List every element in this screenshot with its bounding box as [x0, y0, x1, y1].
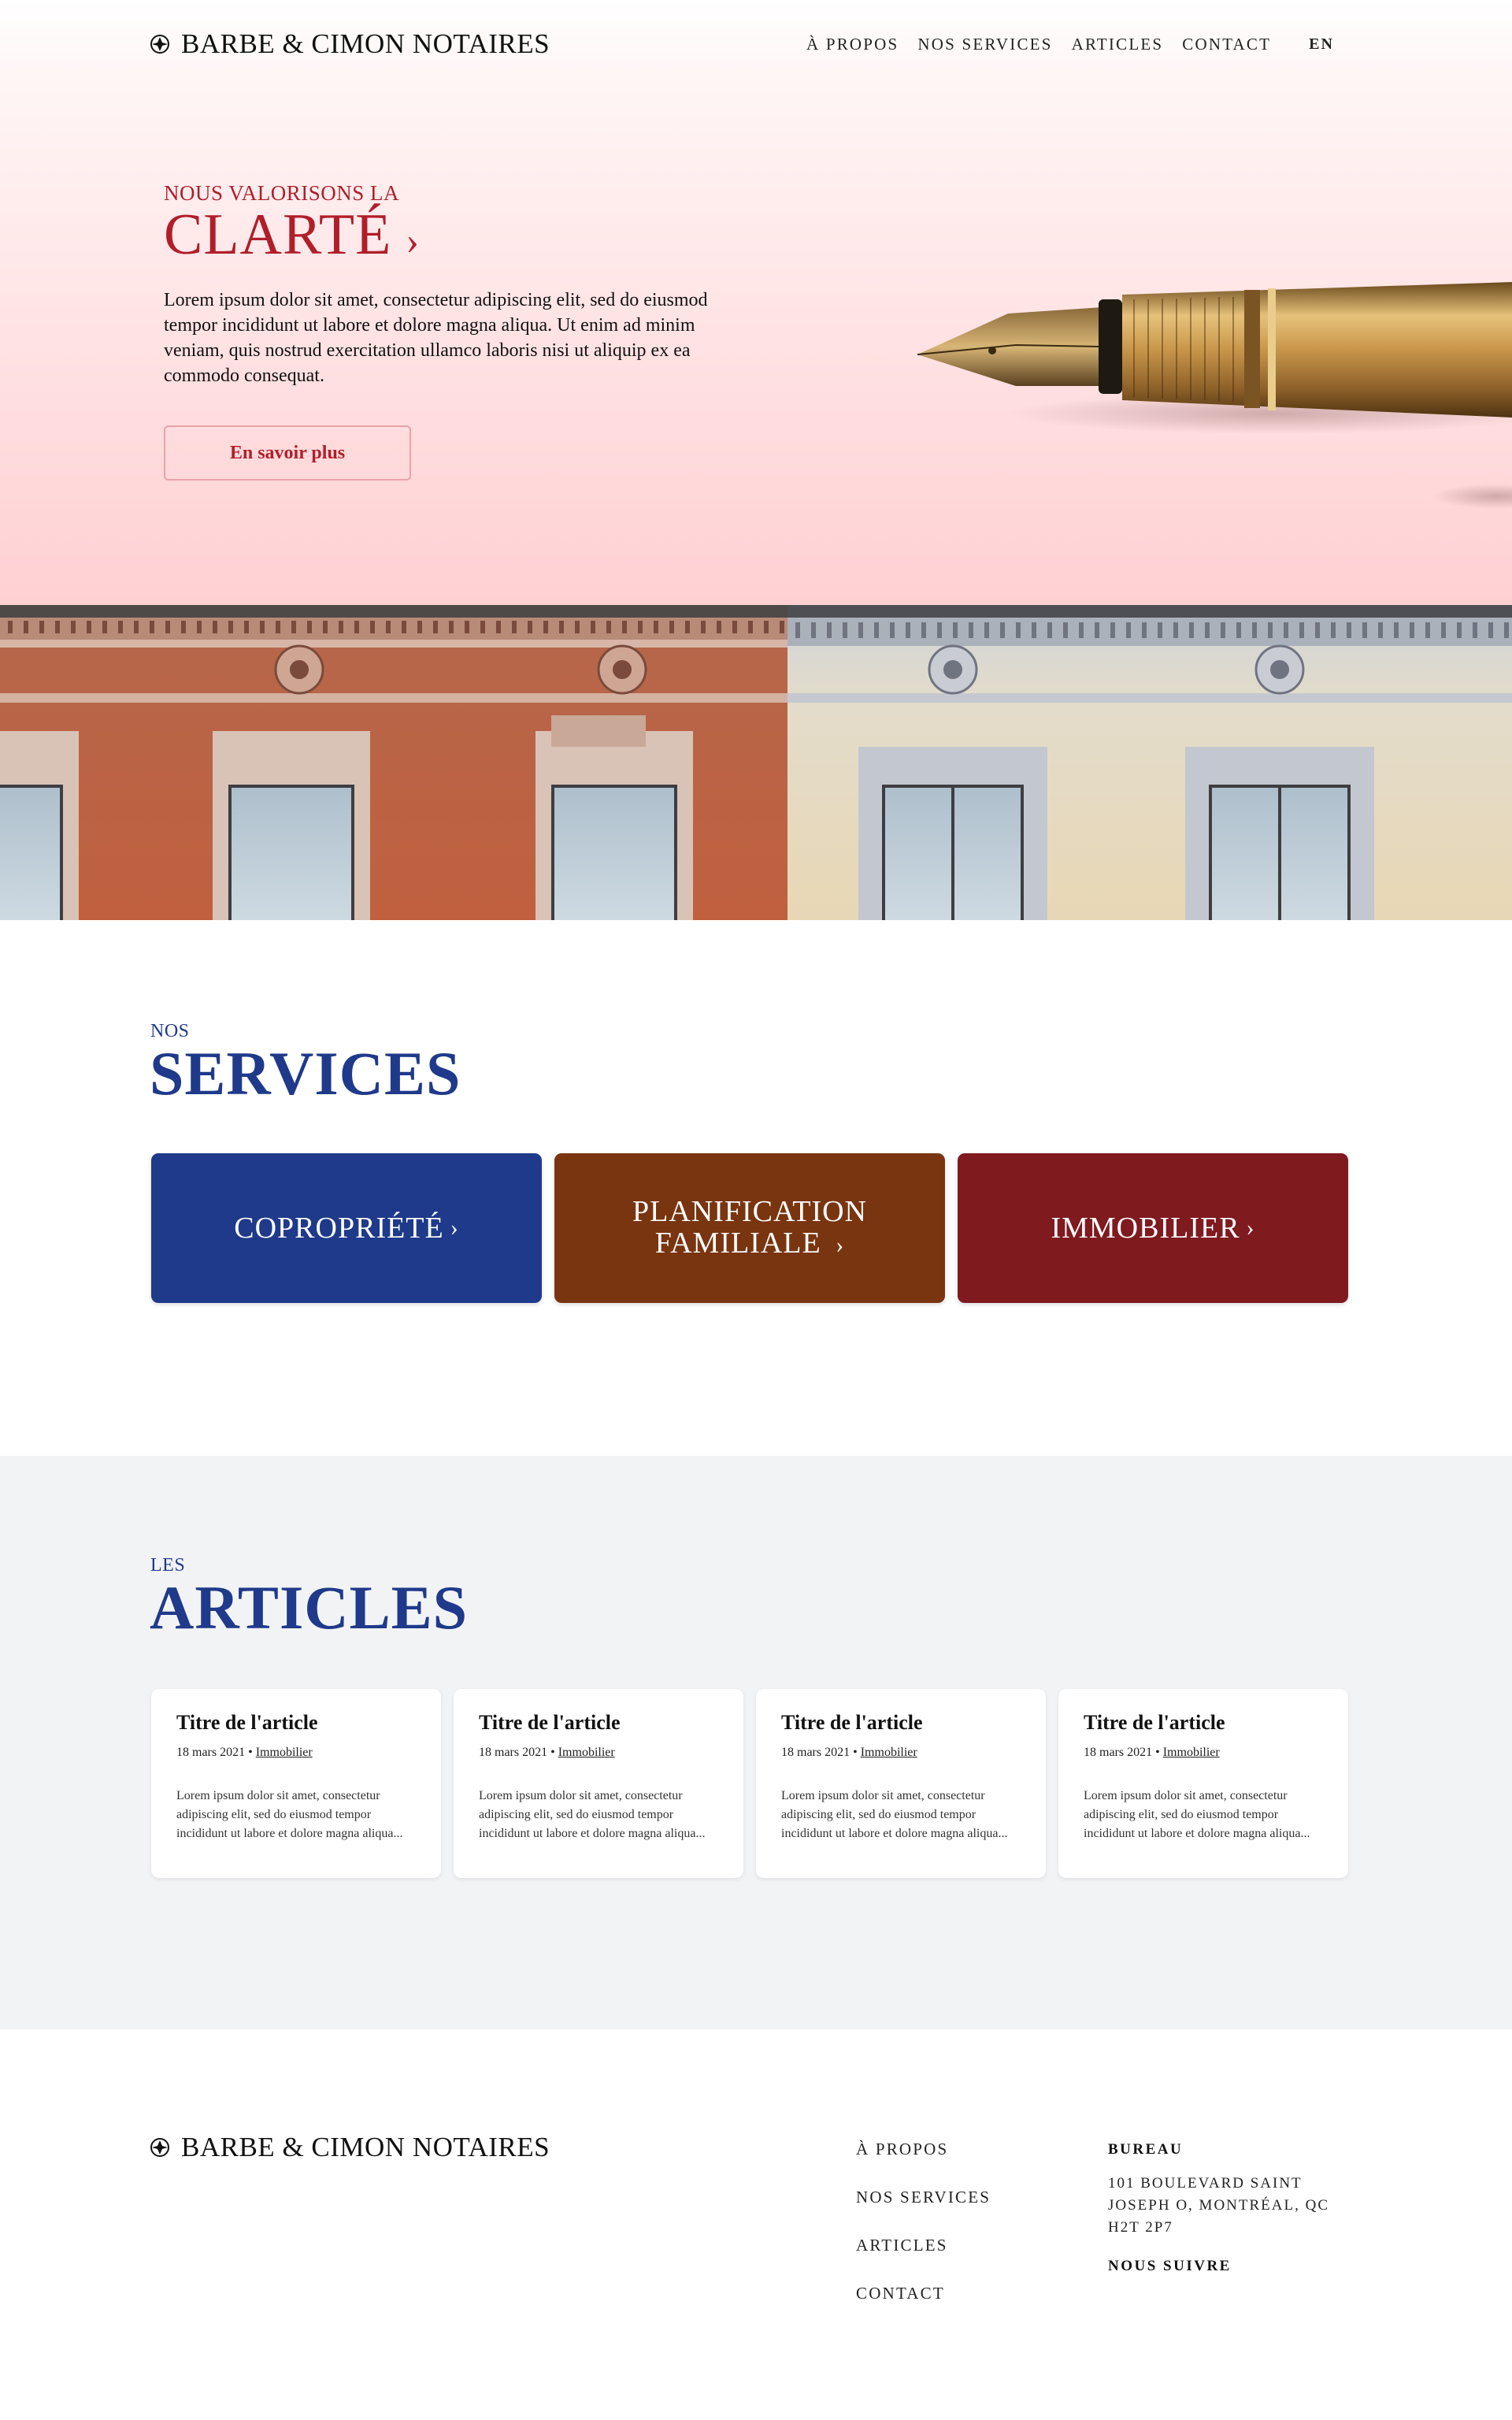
building-facade-image [0, 605, 1512, 920]
learn-more-button[interactable]: En savoir plus [164, 425, 411, 481]
site-logo[interactable]: BARBE & CIMON NOTAIRES [150, 28, 550, 60]
article-date: 18 mars 2021 [781, 1746, 850, 1759]
chevron-right-icon: › [836, 1231, 845, 1258]
article-title[interactable]: Titre de l'article [781, 1711, 1021, 1735]
article-category-link[interactable]: Immobilier [256, 1746, 313, 1759]
footer-nav-a-propos[interactable]: À PROPOS [856, 2140, 991, 2159]
service-label: COPROPRIÉTÉ [234, 1212, 444, 1245]
article-card[interactable]: Titre de l'article 18 mars 2021 • Immobi… [756, 1689, 1046, 1878]
article-card[interactable]: Titre de l'article 18 mars 2021 • Immobi… [454, 1689, 743, 1878]
article-title[interactable]: Titre de l'article [479, 1711, 718, 1735]
articles-title: ARTICLES [150, 1573, 469, 1642]
services-list: COPROPRIÉTÉ › PLANIFICATION FAMILIALE › … [151, 1153, 1348, 1303]
hero-title[interactable]: CLARTÉ › [164, 202, 420, 269]
logo-crest-icon [150, 2138, 169, 2157]
nav-item-contact[interactable]: CONTACT [1182, 35, 1271, 54]
article-title[interactable]: Titre de l'article [176, 1711, 416, 1735]
article-meta: 18 mars 2021 • Immobilier [781, 1746, 1021, 1760]
article-title[interactable]: Titre de l'article [1084, 1711, 1323, 1735]
article-card[interactable]: Titre de l'article 18 mars 2021 • Immobi… [151, 1689, 441, 1878]
article-excerpt: Lorem ipsum dolor sit amet, consectetur … [479, 1789, 706, 1840]
service-copropriete-button[interactable]: COPROPRIÉTÉ › [151, 1153, 542, 1303]
hero-paragraph: Lorem ipsum dolor sit amet, consectetur … [164, 290, 708, 386]
services-title: SERVICES [150, 1039, 461, 1108]
service-immobilier-button[interactable]: IMMOBILIER › [958, 1153, 1348, 1303]
follow-heading: NOUS SUIVRE [1108, 2258, 1232, 2274]
footer-nav-nos-services[interactable]: NOS SERVICES [856, 2188, 991, 2207]
footer-nav-articles[interactable]: ARTICLES [856, 2236, 991, 2255]
main-nav: À PROPOS NOS SERVICES ARTICLES CONTACT E… [806, 35, 1353, 54]
chevron-right-icon: › [406, 218, 420, 262]
footer-contact-column: BUREAU 101 BOULEVARD SAINT JOSEPH O, MON… [1108, 2141, 1368, 2275]
nav-item-articles[interactable]: ARTICLES [1072, 35, 1164, 54]
article-date: 18 mars 2021 [1084, 1746, 1153, 1759]
footer-nav-contact[interactable]: CONTACT [856, 2284, 991, 2303]
office-heading: BUREAU [1108, 2141, 1184, 2158]
service-label: IMMOBILIER [1051, 1212, 1240, 1245]
language-switch[interactable]: EN [1309, 35, 1334, 54]
services-section: NOS SERVICES COPROPRIÉTÉ › PLANIFICATION… [0, 920, 1512, 1456]
office-address: 101 BOULEVARD SAINT JOSEPH O, MONTRÉAL, … [1108, 2175, 1329, 2236]
article-excerpt: Lorem ipsum dolor sit amet, consectetur … [176, 1789, 403, 1840]
hero-title-text: CLARTÉ [164, 202, 392, 267]
meta-separator: • [550, 1746, 555, 1759]
article-date: 18 mars 2021 [479, 1746, 548, 1759]
article-category-link[interactable]: Immobilier [861, 1746, 917, 1759]
article-meta: 18 mars 2021 • Immobilier [479, 1746, 718, 1760]
service-label-line1: PLANIFICATION [632, 1194, 867, 1228]
service-planification-familiale-button[interactable]: PLANIFICATION FAMILIALE › [554, 1153, 945, 1303]
footer-logo[interactable]: BARBE & CIMON NOTAIRES [150, 2132, 550, 2163]
meta-separator: • [853, 1746, 858, 1759]
meta-separator: • [248, 1746, 253, 1759]
service-label: PLANIFICATION FAMILIALE › [632, 1196, 867, 1261]
site-header: BARBE & CIMON NOTAIRES À PROPOS NOS SERV… [0, 0, 1512, 95]
articles-section: LES ARTICLES Titre de l'article 18 mars … [0, 1456, 1512, 2029]
nav-item-nos-services[interactable]: NOS SERVICES [917, 35, 1052, 54]
article-meta: 18 mars 2021 • Immobilier [1084, 1746, 1323, 1760]
article-date: 18 mars 2021 [176, 1746, 246, 1759]
meta-separator: • [1155, 1746, 1160, 1759]
article-meta: 18 mars 2021 • Immobilier [176, 1746, 416, 1760]
article-category-link[interactable]: Immobilier [558, 1746, 615, 1759]
chevron-right-icon: › [450, 1215, 459, 1241]
brand-name: BARBE & CIMON NOTAIRES [181, 2132, 550, 2162]
article-card[interactable]: Titre de l'article 18 mars 2021 • Immobi… [1058, 1689, 1348, 1878]
article-excerpt: Lorem ipsum dolor sit amet, consectetur … [1084, 1789, 1310, 1840]
logo-crest-icon [150, 35, 169, 54]
fountain-pen-image [917, 282, 1512, 509]
articles-list: Titre de l'article 18 mars 2021 • Immobi… [151, 1689, 1348, 1878]
site-footer: BARBE & CIMON NOTAIRES À PROPOS NOS SERV… [0, 2029, 1512, 2420]
brand-name: BARBE & CIMON NOTAIRES [181, 28, 550, 59]
article-excerpt: Lorem ipsum dolor sit amet, consectetur … [781, 1789, 1008, 1840]
footer-nav: À PROPOS NOS SERVICES ARTICLES CONTACT [856, 2140, 991, 2332]
article-category-link[interactable]: Immobilier [1163, 1746, 1220, 1759]
service-label-line2: FAMILIALE [654, 1226, 821, 1260]
nav-item-a-propos[interactable]: À PROPOS [806, 35, 899, 54]
chevron-right-icon: › [1246, 1215, 1255, 1241]
